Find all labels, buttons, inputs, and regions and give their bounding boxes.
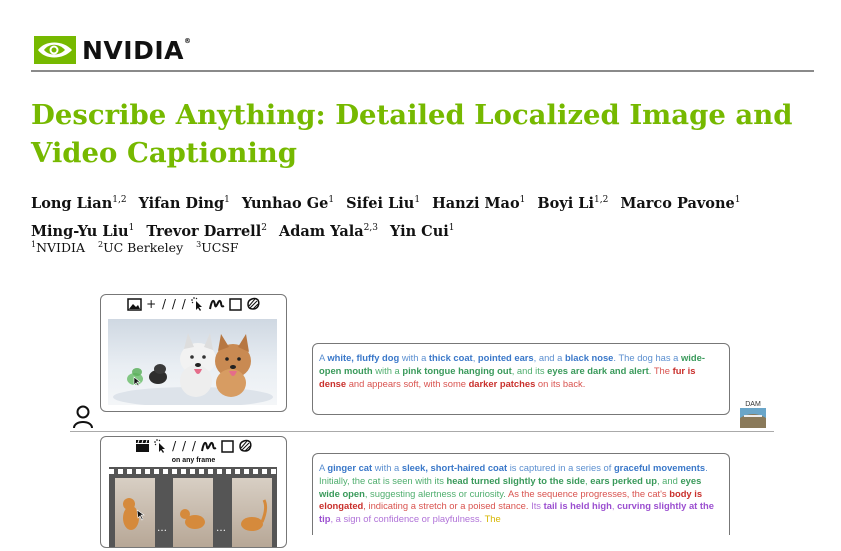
author-name: Yifan Ding1: [138, 194, 230, 212]
teaser-figure: + / / / A white, fluffy dog with a thick…: [70, 290, 780, 548]
caption-segment: pointed ears: [477, 352, 534, 363]
video-prompt-tools: / / /: [101, 439, 286, 453]
caption-segment: ginger cat: [327, 462, 373, 473]
image-caption-bubble: A white, fluffy dog with a thick coat, p…: [312, 343, 730, 415]
caption-segment: sleek, short-haired coat: [401, 462, 508, 473]
caption-segment: pink tongue hanging out: [402, 364, 512, 376]
ellipsis: …: [157, 523, 167, 534]
video-frame: [115, 478, 155, 547]
affiliation: 1NVIDIA: [31, 240, 85, 256]
caption-segment: eyes are dark and alert: [547, 364, 649, 376]
caption-segment: head turned slightly to the side: [446, 474, 586, 486]
affiliation-list: 1NVIDIA 2UC Berkeley 3UCSF: [31, 240, 252, 255]
video-tools-note: on any frame: [171, 457, 216, 464]
caption-segment: , and its: [511, 364, 548, 376]
image-icon: [127, 297, 142, 311]
caption-segment: .: [705, 462, 708, 473]
caption-segment: graceful movements: [613, 462, 706, 473]
user-icon: [73, 405, 93, 429]
affiliation: 3UCSF: [196, 240, 239, 256]
dam-badge-label: DAM: [745, 401, 761, 408]
caption-segment: As the sequence progresses, the cat's: [507, 487, 670, 499]
caption-segment: with a: [372, 364, 403, 376]
mask-icon: [239, 439, 252, 452]
caption-segment: and appears soft, with some: [346, 377, 469, 389]
author-name: Hanzi Mao1: [432, 194, 526, 212]
caption-segment: The: [484, 513, 501, 525]
clapperboard-icon: [136, 439, 150, 452]
prompt-separators: / / /: [172, 439, 197, 453]
caption-segment: The: [653, 364, 673, 376]
image-prompt-tools: + / / /: [101, 297, 286, 311]
video-frame: [232, 478, 272, 547]
caption-segment: is captured in a series of: [507, 462, 614, 473]
scribble-icon: [208, 299, 225, 310]
caption-segment: tail is held high: [543, 500, 612, 512]
ellipsis: …: [216, 523, 226, 534]
caption-segment: with a: [399, 352, 429, 363]
author-name: Yunhao Ge1: [241, 194, 335, 212]
nvidia-eye-icon: [34, 36, 76, 64]
click-point-icon: [154, 439, 166, 453]
caption-segment: white, fluffy dog: [327, 352, 400, 363]
caption-segment: , a sign of confidence or playfulness.: [330, 513, 485, 525]
box-icon: [221, 439, 234, 453]
caption-segment: , and: [656, 474, 681, 486]
paper-title: Describe Anything: Detailed Localized Im…: [31, 99, 793, 169]
affiliation: 2UC Berkeley: [97, 240, 184, 256]
box-icon: [229, 297, 242, 311]
scribble-icon: [200, 441, 217, 452]
image-query-bubble: + / / /: [100, 294, 287, 412]
author-name: Long Lian1,2: [31, 194, 127, 212]
nvidia-logo: NVIDIA®: [34, 36, 191, 64]
author-name: Yin Cui1: [389, 222, 455, 240]
author-name: Boyi Li1,2: [537, 194, 609, 212]
prompt-separators: + / / /: [146, 297, 187, 311]
caption-segment: ears perked up: [590, 474, 657, 486]
click-point-icon: [190, 297, 202, 311]
dam-badge: DAM: [740, 401, 766, 429]
nvidia-wordmark: NVIDIA®: [82, 35, 192, 65]
caption-segment: on its back.: [535, 377, 586, 389]
video-query-bubble: / / / on any frame … …: [100, 436, 287, 548]
caption-segment: , suggesting alertness or curiosity.: [364, 487, 508, 499]
caption-segment: Initially, the cat is seen with its: [319, 474, 447, 486]
caption-segment: Its: [531, 500, 544, 512]
figure-divider: [70, 431, 774, 432]
caption-segment: . The dog has a: [613, 352, 681, 363]
caption-segment: thick coat: [428, 352, 473, 363]
caption-segment: darker patches: [468, 377, 536, 389]
dam-icon: [740, 408, 766, 428]
caption-segment: , indicating a stretch or a poised stanc…: [363, 500, 532, 512]
author-list: Long Lian1,2 Yifan Ding1 Yunhao Ge1 Sifei L…: [31, 188, 811, 244]
mask-icon: [247, 297, 260, 310]
video-caption-bubble: A ginger cat with a sleek, short-haired …: [312, 453, 730, 535]
dogs-photo: [108, 319, 277, 405]
author-name: Adam Yala2,3: [278, 222, 378, 240]
caption-segment: black nose: [564, 352, 614, 363]
caption-segment: with a: [372, 462, 402, 473]
caption-segment: , and a: [533, 352, 565, 363]
video-frame: [173, 478, 213, 547]
author-name: Marco Pavone1: [620, 194, 741, 212]
author-name: Sifei Liu1: [346, 194, 421, 212]
header-divider: [31, 70, 814, 72]
video-filmstrip: … …: [109, 467, 277, 547]
